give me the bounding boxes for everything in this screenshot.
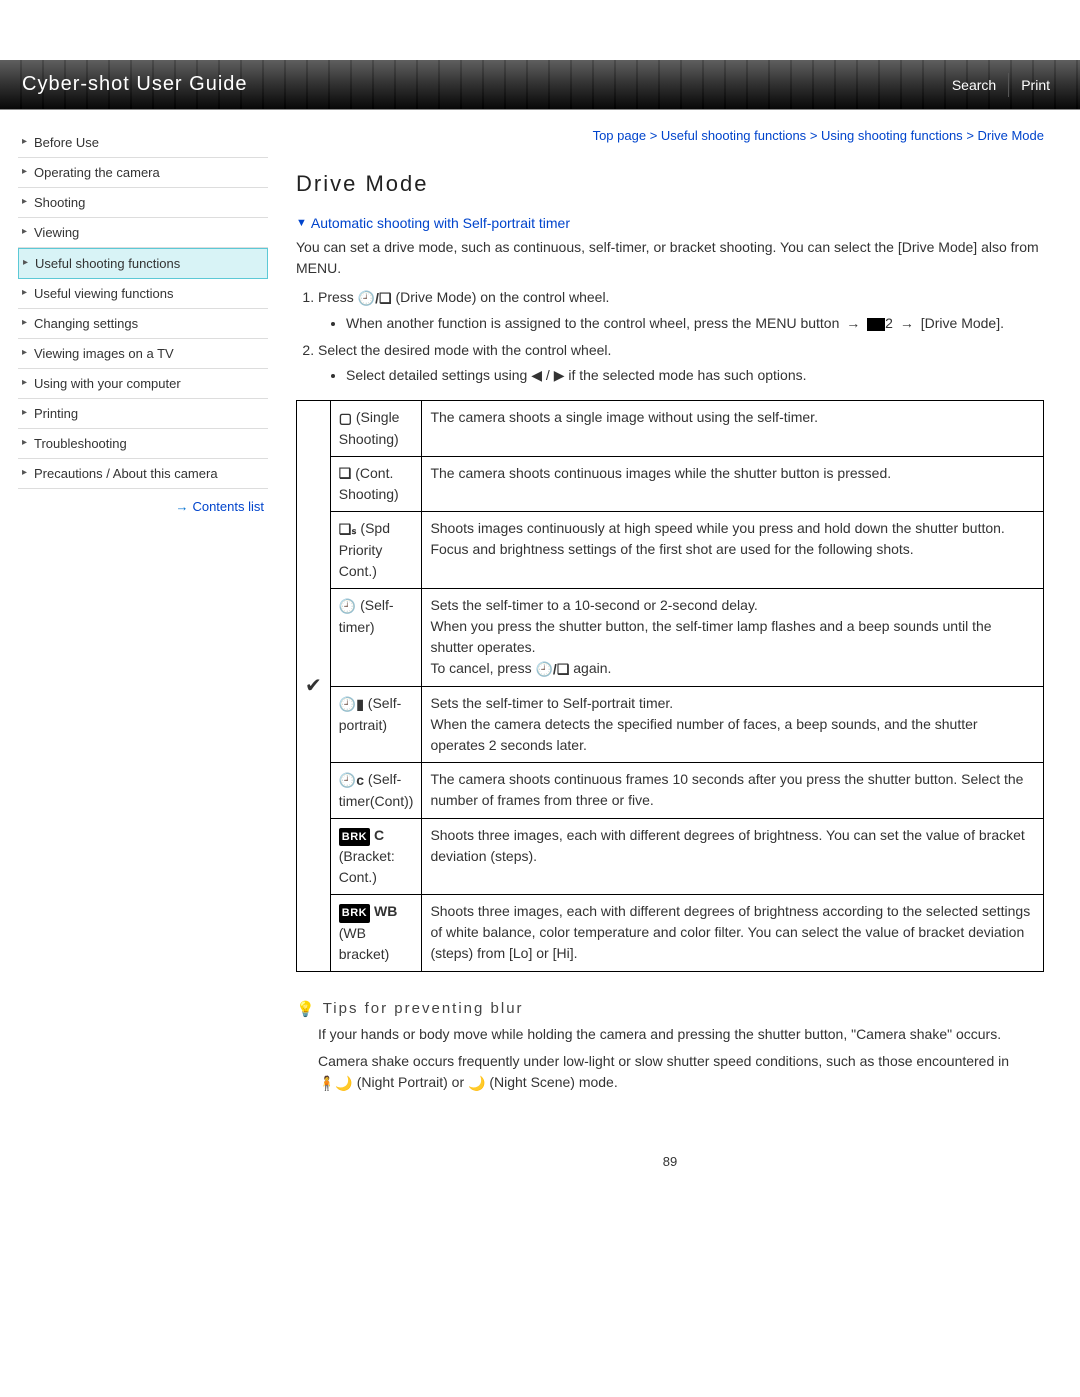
left-arrow-icon: ◀ xyxy=(531,367,542,383)
sidebar-item-before-use[interactable]: Before Use xyxy=(18,128,268,158)
sidebar-item-troubleshooting[interactable]: Troubleshooting xyxy=(18,429,268,459)
brk-badge-icon: BRK xyxy=(339,828,370,847)
print-button[interactable]: Print xyxy=(1008,73,1062,97)
step-1: Press 🕘/❏ (Drive Mode) on the control wh… xyxy=(318,287,1044,334)
mode-selftimer: 🕘 (Self-timer) xyxy=(330,589,422,687)
sidebar-item-computer[interactable]: Using with your computer xyxy=(18,369,268,399)
breadcrumb-top[interactable]: Top page xyxy=(593,128,647,143)
step1-text-b: (Drive Mode) on the control wheel. xyxy=(395,289,609,305)
sidebar-item-viewing[interactable]: Viewing xyxy=(18,218,268,248)
arrow-right-icon: → xyxy=(846,313,860,334)
triangle-down-icon: ▼ xyxy=(296,217,307,229)
spd-priority-icon: ❏ₛ xyxy=(339,519,357,540)
timer-burst-icon: 🕘/❏ xyxy=(358,288,392,309)
sidebar-item-useful-viewing[interactable]: Useful viewing functions xyxy=(18,279,268,309)
desc-selftimercont: The camera shoots continuous frames 10 s… xyxy=(422,762,1044,818)
mode-label: (Bracket: Cont.) xyxy=(339,848,395,885)
header-buttons: Search Print xyxy=(940,73,1062,97)
sublink-label: Automatic shooting with Self-portrait ti… xyxy=(311,215,570,231)
night-scene-icon: 🌙 xyxy=(468,1073,485,1094)
desc-line: Sets the self-timer to Self-portrait tim… xyxy=(430,695,673,711)
sidebar: Before Use Operating the camera Shooting… xyxy=(18,128,268,1169)
cont-shot-icon: ❏ xyxy=(339,463,352,484)
step2-bullet: Select detailed settings using ◀ / ▶ if … xyxy=(346,365,1044,386)
single-shot-icon: ▢ xyxy=(339,408,352,429)
mode-bracket: BRK C (Bracket: Cont.) xyxy=(330,818,422,895)
tips-p2-c: (Night Scene) mode. xyxy=(489,1074,617,1090)
sidebar-item-precautions[interactable]: Precautions / About this camera xyxy=(18,459,268,489)
mode-cont: ❏ (Cont. Shooting) xyxy=(330,456,422,512)
tips-p1: If your hands or body move while holding… xyxy=(318,1024,1044,1045)
sidebar-item-printing[interactable]: Printing xyxy=(18,399,268,429)
search-button[interactable]: Search xyxy=(940,73,1008,97)
step2-bullet-a: Select detailed settings using xyxy=(346,367,531,383)
timer-burst-icon: 🕘/❏ xyxy=(536,659,570,680)
desc-cont: The camera shoots continuous images whil… xyxy=(422,456,1044,512)
mode-selftimercont: 🕘c (Self-timer(Cont)) xyxy=(330,762,422,818)
tips-title-text: Tips for preventing blur xyxy=(323,1000,524,1017)
self-timer-cont-icon: 🕘c xyxy=(339,770,364,791)
desc-spd: Shoots images continuously at high speed… xyxy=(422,512,1044,589)
right-arrow-icon: ▶ xyxy=(554,367,565,383)
tips-section: 💡 Tips for preventing blur If your hands… xyxy=(296,1000,1044,1094)
brk-badge-icon: BRK xyxy=(339,904,370,923)
step2-text: Select the desired mode with the control… xyxy=(318,342,611,358)
check-cell: ✔ xyxy=(297,400,331,971)
arrow-icon: → xyxy=(175,499,188,514)
contents-list-label: Contents list xyxy=(192,499,264,514)
header-title: Cyber-shot User Guide xyxy=(22,73,248,96)
breadcrumb-l2[interactable]: Using shooting functions xyxy=(821,128,963,143)
breadcrumb-l1[interactable]: Useful shooting functions xyxy=(661,128,806,143)
tips-p2: Camera shake occurs frequently under low… xyxy=(318,1051,1044,1094)
sidebar-item-viewing-tv[interactable]: Viewing images on a TV xyxy=(18,339,268,369)
steps-list: Press 🕘/❏ (Drive Mode) on the control wh… xyxy=(318,287,1044,386)
mode-single: ▢ (Single Shooting) xyxy=(330,400,422,456)
night-portrait-icon: 🧍🌙 xyxy=(318,1073,353,1094)
desc-wbbracket: Shoots three images, each with different… xyxy=(422,895,1044,972)
mode-spd: ❏ₛ (Spd Priority Cont.) xyxy=(330,512,422,589)
main-content: Top page > Useful shooting functions > U… xyxy=(296,128,1062,1169)
step2-bullet-b: if the selected mode has such options. xyxy=(568,367,806,383)
desc-line: When you press the shutter button, the s… xyxy=(430,618,991,655)
page-number: 89 xyxy=(296,1154,1044,1169)
desc-line: To cancel, press xyxy=(430,660,535,676)
mode-label: (WB bracket) xyxy=(339,925,390,962)
arrow-right-icon: → xyxy=(900,313,914,334)
breadcrumb-l3[interactable]: Drive Mode xyxy=(978,128,1044,143)
camera-icon xyxy=(867,318,885,331)
intro-text: You can set a drive mode, such as contin… xyxy=(296,237,1044,279)
self-timer-icon: 🕘 xyxy=(339,596,356,617)
contents-list-link[interactable]: → Contents list xyxy=(18,489,268,524)
tips-title: 💡 Tips for preventing blur xyxy=(296,1000,1044,1018)
sublink-self-portrait[interactable]: ▼ Automatic shooting with Self-portrait … xyxy=(296,215,1044,231)
step1-bullet: When another function is assigned to the… xyxy=(346,313,1044,334)
self-portrait-icon: 🕘▮ xyxy=(339,694,364,715)
desc-line: again. xyxy=(573,660,611,676)
sidebar-item-useful-shooting[interactable]: Useful shooting functions xyxy=(18,248,268,279)
mode-wbbracket: BRK WB (WB bracket) xyxy=(330,895,422,972)
header-bar: Cyber-shot User Guide Search Print xyxy=(0,60,1080,110)
tips-p2-b: (Night Portrait) or xyxy=(357,1074,468,1090)
desc-selfportrait: Sets the self-timer to Self-portrait tim… xyxy=(422,686,1044,762)
check-icon: ✔ xyxy=(305,675,322,697)
desc-line: When the camera detects the specified nu… xyxy=(430,716,977,753)
desc-line: Sets the self-timer to a 10-second or 2-… xyxy=(430,597,757,613)
sidebar-item-shooting[interactable]: Shooting xyxy=(18,188,268,218)
tips-bulb-icon: 💡 xyxy=(296,1000,317,1018)
step1-bullet-b: [Drive Mode]. xyxy=(921,315,1004,331)
drive-mode-table: ✔ ▢ (Single Shooting) The camera shoots … xyxy=(296,400,1044,972)
mode-selfportrait: 🕘▮ (Self-portrait) xyxy=(330,686,422,762)
sidebar-item-changing-settings[interactable]: Changing settings xyxy=(18,309,268,339)
desc-bracket: Shoots three images, each with different… xyxy=(422,818,1044,895)
desc-single: The camera shoots a single image without… xyxy=(422,400,1044,456)
step1-text-a: Press xyxy=(318,289,358,305)
sidebar-item-operating[interactable]: Operating the camera xyxy=(18,158,268,188)
breadcrumb: Top page > Useful shooting functions > U… xyxy=(296,128,1044,143)
tips-p2-a: Camera shake occurs frequently under low… xyxy=(318,1053,1009,1069)
page-title: Drive Mode xyxy=(296,171,1044,197)
step1-bullet-a: When another function is assigned to the… xyxy=(346,315,843,331)
desc-selftimer: Sets the self-timer to a 10-second or 2-… xyxy=(422,589,1044,687)
step-2: Select the desired mode with the control… xyxy=(318,340,1044,386)
